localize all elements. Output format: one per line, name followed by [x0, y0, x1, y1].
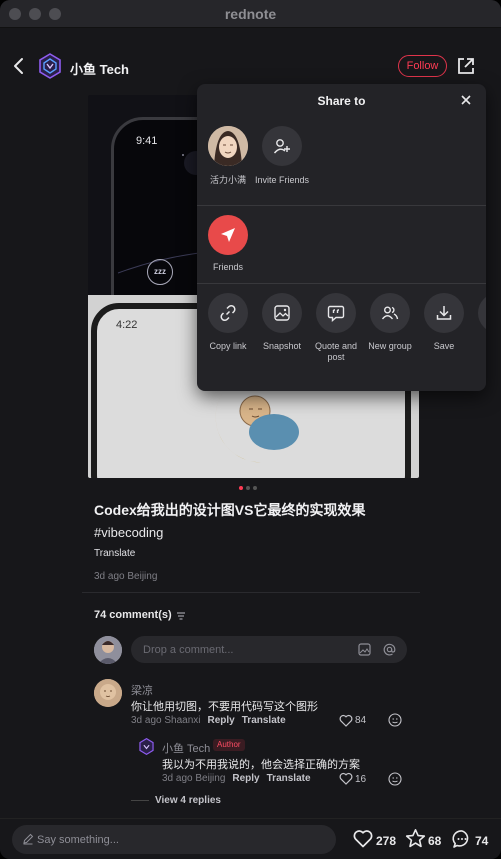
share-panel: Share to 活力小满 Invite Friends Friends Cop…: [197, 84, 486, 391]
pencil-icon: [23, 833, 34, 845]
translate-link[interactable]: Translate: [94, 548, 135, 559]
comments-count: 74: [475, 834, 489, 848]
person-add-icon: [273, 139, 290, 154]
like-count: 84: [355, 715, 367, 726]
view-replies-button[interactable]: View 4 replies: [155, 795, 221, 806]
comment-bubble-icon[interactable]: [452, 829, 472, 849]
app-window: rednote 小鱼 Tech Follow 9:41 zzz 4:22 Cod…: [0, 0, 501, 859]
divider: [82, 592, 420, 593]
reply-author-name[interactable]: 小鱼 Tech: [162, 740, 210, 756]
save-label[interactable]: Save: [414, 341, 474, 352]
author-name[interactable]: 小鱼 Tech: [70, 59, 129, 78]
more-share-button[interactable]: [478, 293, 486, 333]
reply-button[interactable]: Reply: [208, 715, 235, 726]
mention-icon[interactable]: [383, 643, 396, 656]
divider: [197, 283, 486, 284]
divider: [131, 800, 149, 801]
like-icon[interactable]: [339, 714, 353, 727]
contact-avatar[interactable]: [208, 126, 248, 166]
title-bar: rednote: [0, 0, 501, 28]
say-something-placeholder: Say something...: [37, 834, 119, 846]
copy-link-button[interactable]: [208, 293, 248, 333]
contact-name[interactable]: 活力小满: [198, 175, 258, 186]
post-hashtag[interactable]: #vibecoding: [94, 525, 163, 540]
divider: [197, 205, 486, 206]
image-icon[interactable]: [358, 643, 371, 656]
comment-meta: 3d ago Shaanxi Reply Translate: [131, 715, 286, 726]
snapshot-label[interactable]: Snapshot: [252, 341, 312, 352]
close-icon[interactable]: [460, 94, 472, 106]
likes-count: 278: [376, 834, 397, 848]
share-icon[interactable]: [456, 56, 476, 76]
comment-time-location: 3d ago Shaanxi: [131, 715, 201, 726]
star-icon[interactable]: [405, 828, 426, 849]
group-icon: [381, 306, 399, 320]
post-meta: 3d ago Beijing: [94, 571, 158, 582]
author-avatar[interactable]: [138, 738, 155, 755]
link-icon: [220, 304, 236, 322]
comment-count: 74 comment(s): [94, 609, 172, 621]
carousel-indicator: [239, 486, 257, 490]
post-title: Codex给我出的设计图VS它最终的实现效果: [94, 502, 366, 518]
moon-illustration: [215, 387, 299, 463]
new-group-label[interactable]: New group: [360, 341, 420, 352]
phone-time: 4:22: [116, 319, 138, 331]
commenter-name[interactable]: 梁凉: [131, 682, 153, 698]
translate-button[interactable]: Translate: [267, 773, 311, 784]
window-title: rednote: [224, 6, 277, 22]
reply-time-location: 3d ago Beijing: [162, 773, 226, 784]
quote-icon: [327, 305, 345, 322]
save-button[interactable]: [424, 293, 464, 333]
quote-and-post-label[interactable]: Quote and post: [306, 341, 366, 363]
commenter-avatar[interactable]: [94, 679, 122, 707]
sleep-icon: zzz: [147, 259, 173, 285]
heart-icon[interactable]: [353, 829, 373, 848]
send-icon: [221, 228, 235, 242]
sort-icon[interactable]: [175, 610, 187, 622]
author-badge: Author: [213, 739, 245, 751]
invite-friends-button[interactable]: [262, 126, 302, 166]
reply-meta: 3d ago Beijing Reply Translate: [162, 773, 311, 784]
copy-link-label[interactable]: Copy link: [198, 341, 258, 352]
reply-text: 我以为不用我说的，他会选择正确的方案: [162, 759, 360, 771]
comment-text: 你让他用切图，不要用代码写这个图形: [131, 701, 318, 713]
friends-label[interactable]: Friends: [198, 262, 258, 273]
quote-and-post-button[interactable]: [316, 293, 356, 333]
image-icon: [274, 305, 290, 321]
snapshot-button[interactable]: [262, 293, 302, 333]
invite-friends-label[interactable]: Invite Friends: [252, 175, 312, 186]
reply-button[interactable]: Reply: [232, 773, 259, 784]
back-arrow-icon[interactable]: [11, 56, 27, 76]
comment-input-placeholder: Drop a comment...: [143, 644, 234, 656]
download-icon: [436, 306, 452, 320]
like-count: 16: [355, 774, 367, 785]
share-title: Share to: [317, 94, 366, 108]
follow-button[interactable]: Follow: [398, 55, 447, 77]
like-icon[interactable]: [339, 772, 353, 785]
collects-count: 68: [428, 834, 442, 848]
emoji-reaction-icon[interactable]: [388, 713, 402, 727]
author-avatar[interactable]: [37, 53, 63, 79]
my-avatar: [94, 636, 122, 664]
friends-share-button[interactable]: [208, 215, 248, 255]
emoji-reaction-icon[interactable]: [388, 772, 402, 786]
new-group-button[interactable]: [370, 293, 410, 333]
translate-button[interactable]: Translate: [242, 715, 286, 726]
